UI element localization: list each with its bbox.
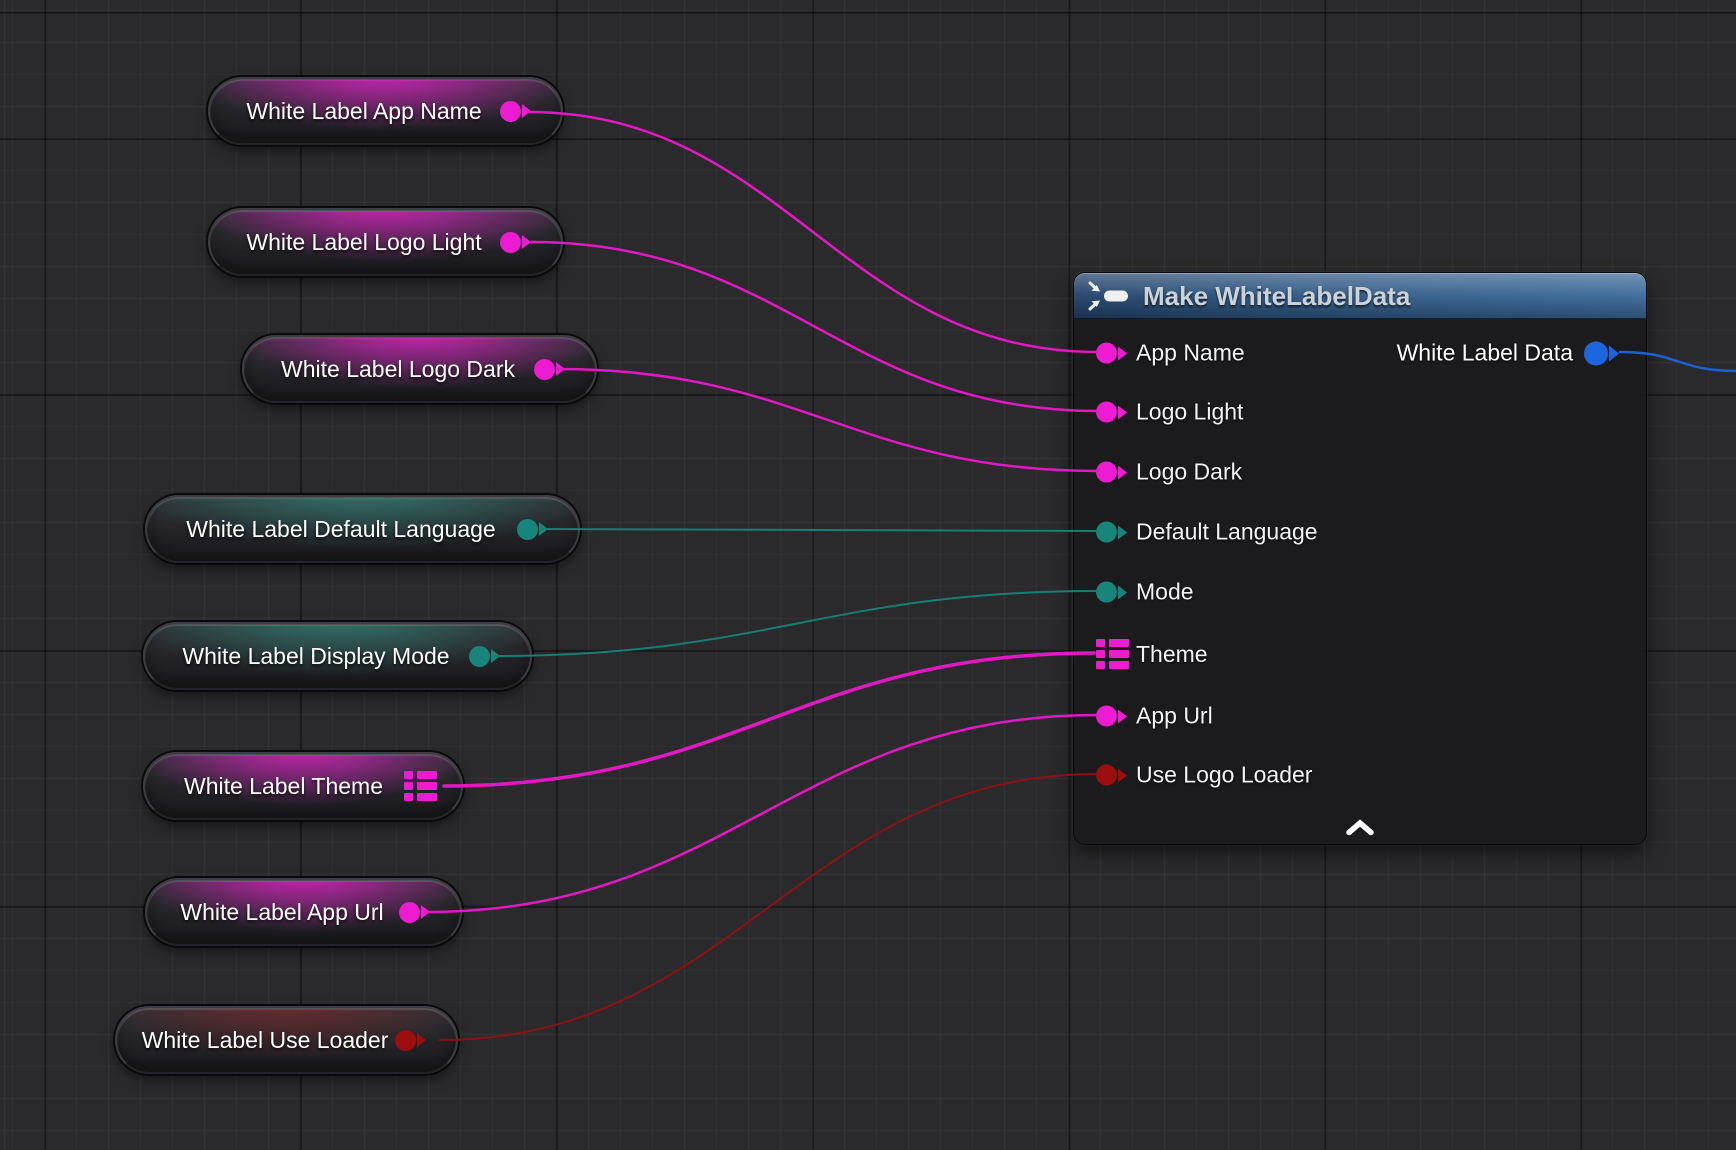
getter-white-label-use-loader[interactable]: White Label Use Loader <box>115 1006 458 1074</box>
input-pin-theme[interactable] <box>1096 639 1136 669</box>
input-pin-app-name[interactable] <box>1096 343 1136 364</box>
input-pin-row-default-language: Default Language <box>1096 519 1318 546</box>
make-struct-icon <box>1087 281 1133 311</box>
getter-white-label-logo-light[interactable]: White Label Logo Light <box>208 208 563 276</box>
getter-label: White Label Display Mode <box>145 643 469 670</box>
input-pin-default-language[interactable] <box>1096 522 1136 543</box>
getter-label: White Label App Url <box>147 899 399 926</box>
input-pin-row-mode: Mode <box>1096 579 1194 606</box>
input-pin-label: Use Logo Loader <box>1136 762 1312 789</box>
getter-output-pin[interactable] <box>500 101 531 122</box>
input-pin-use-logo-loader[interactable] <box>1096 765 1136 786</box>
getter-white-label-default-language[interactable]: White Label Default Language <box>145 495 580 563</box>
input-pin-row-theme: Theme <box>1096 639 1208 669</box>
collapse-node-button[interactable] <box>1335 817 1385 841</box>
getter-output-pin-struct[interactable] <box>404 771 437 801</box>
wire-use-logo-loader[interactable] <box>440 774 1098 1040</box>
input-pin-logo-light[interactable] <box>1096 402 1136 423</box>
wire-mode[interactable] <box>496 591 1098 656</box>
input-pin-row-use-logo-loader: Use Logo Loader <box>1096 762 1312 789</box>
input-pin-label: App Url <box>1136 703 1213 730</box>
input-pin-row-app-name: App Name <box>1096 340 1245 367</box>
getter-label: White Label Use Loader <box>117 1027 395 1054</box>
input-pin-label: Theme <box>1136 641 1208 668</box>
getter-white-label-theme[interactable]: White Label Theme <box>143 752 463 820</box>
getter-label: White Label App Name <box>210 98 500 125</box>
input-pin-label: Default Language <box>1136 519 1318 546</box>
blueprint-graph-canvas[interactable]: White Label App Name White Label Logo Li… <box>0 0 1736 1150</box>
wire-logo-dark[interactable] <box>558 369 1098 471</box>
wire-logo-light[interactable] <box>531 242 1098 411</box>
getter-label: White Label Default Language <box>147 516 517 543</box>
input-pin-app-url[interactable] <box>1096 706 1136 727</box>
getter-label: White Label Logo Dark <box>244 356 534 383</box>
white-label-data-output-pin[interactable] <box>1584 341 1619 365</box>
input-pin-mode[interactable] <box>1096 582 1136 603</box>
input-pin-logo-dark[interactable] <box>1096 462 1136 483</box>
output-pin-row: White Label Data <box>1397 340 1619 367</box>
getter-white-label-app-url[interactable]: White Label App Url <box>145 878 462 946</box>
node-header[interactable]: Make WhiteLabelData <box>1074 273 1646 319</box>
wire-theme[interactable] <box>444 653 1094 786</box>
chevron-up-icon <box>1345 819 1375 836</box>
input-pin-row-logo-dark: Logo Dark <box>1096 459 1242 486</box>
getter-white-label-app-name[interactable]: White Label App Name <box>208 77 563 145</box>
input-pin-label: Logo Light <box>1136 399 1243 426</box>
getter-label: White Label Logo Light <box>210 229 500 256</box>
wire-app-url[interactable] <box>426 715 1098 912</box>
getter-white-label-logo-dark[interactable]: White Label Logo Dark <box>242 335 597 403</box>
getter-output-pin[interactable] <box>395 1030 426 1051</box>
output-pin-label: White Label Data <box>1397 340 1573 367</box>
node-title: Make WhiteLabelData <box>1143 281 1410 312</box>
make-whitelabeldata-node[interactable]: Make WhiteLabelData App Name Logo Light … <box>1073 272 1647 845</box>
wire-default-language[interactable] <box>542 529 1098 531</box>
input-pin-label: App Name <box>1136 340 1245 367</box>
input-pin-label: Mode <box>1136 579 1194 606</box>
wire-app-name[interactable] <box>528 112 1098 352</box>
input-pin-label: Logo Dark <box>1136 459 1242 486</box>
getter-label: White Label Theme <box>145 773 404 800</box>
input-pin-row-logo-light: Logo Light <box>1096 399 1243 426</box>
getter-output-pin[interactable] <box>500 232 531 253</box>
getter-white-label-display-mode[interactable]: White Label Display Mode <box>143 622 532 690</box>
input-pin-row-app-url: App Url <box>1096 703 1213 730</box>
